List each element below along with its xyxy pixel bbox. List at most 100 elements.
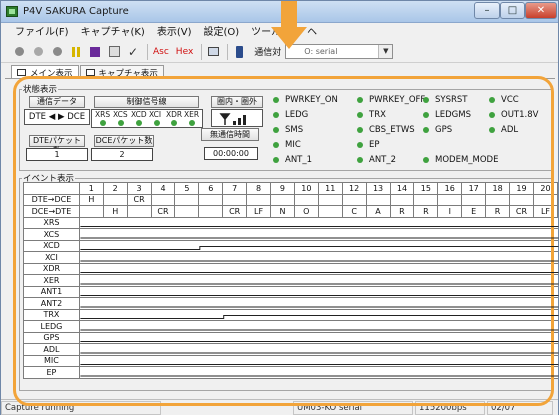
column-header: 7 (222, 182, 248, 195)
signal-cell (509, 343, 534, 356)
status-cbs-etws: CBS_ETWS (357, 125, 415, 135)
tab-divider (5, 78, 555, 79)
column-header: 3 (126, 182, 152, 195)
signal-cell (509, 308, 534, 321)
device-button[interactable] (231, 44, 247, 60)
column-header: 4 (150, 182, 176, 195)
signal-cell (532, 251, 559, 264)
signal-cell (78, 297, 104, 310)
status-label: OUT1.8V (501, 110, 539, 120)
menu-file[interactable]: ファイル(F) (9, 24, 75, 41)
signal-cell (365, 320, 391, 333)
signal-cell (270, 285, 295, 298)
signal-cell (293, 228, 319, 241)
signal-cell (461, 331, 487, 344)
signal-cell (246, 331, 271, 344)
column-header: 8 (246, 182, 271, 195)
signal-cell (413, 308, 439, 321)
signal-cell (341, 297, 367, 310)
menu-bar: ファイル(F) キャプチャ(K) 表示(V) 設定(O) ツール(T) ヘ (1, 24, 558, 41)
signal-cell (78, 320, 104, 333)
signal-cell (246, 343, 271, 356)
tab-capture-view[interactable]: キャプチャ表示 (79, 65, 164, 79)
status-label: VCC (501, 95, 519, 105)
pause-button[interactable] (68, 44, 84, 60)
toolbar-divider (201, 43, 203, 60)
ascii-mode-button[interactable]: Asc (151, 44, 171, 60)
signal-row-label: ANT1 (23, 285, 80, 298)
signal-cell (317, 216, 343, 229)
signal-cell (246, 320, 271, 333)
signal-cell (150, 343, 176, 356)
menu-view[interactable]: 表示(V) (151, 24, 198, 41)
signal-cell (174, 239, 200, 252)
signal-cell (126, 251, 152, 264)
signal-cell (150, 366, 176, 379)
signal-cell (150, 285, 176, 298)
signal-cell (317, 274, 343, 287)
tab-capture-view-label: キャプチャ表示 (98, 68, 158, 79)
signal-cell (198, 239, 224, 252)
menu-help[interactable]: ヘ (301, 24, 323, 41)
signal-cell (413, 320, 439, 333)
data-cell: C (341, 205, 367, 218)
signal-row: GPS (23, 331, 559, 344)
signal-cell (150, 274, 176, 287)
status-led (489, 97, 495, 103)
signal-cell (389, 274, 415, 287)
menu-settings[interactable]: 設定(O) (197, 24, 245, 41)
signal-cell (389, 297, 415, 310)
status-label: GPS (435, 125, 453, 135)
signal-cell (198, 228, 224, 241)
screen-icon (207, 47, 219, 56)
status-port: UM03-KO serial (293, 400, 413, 415)
minimize-button[interactable]: – (474, 2, 500, 19)
chevron-down-icon[interactable]: ▼ (378, 45, 393, 58)
stop-circle-button[interactable] (49, 44, 65, 60)
check-button[interactable]: ✓ (125, 44, 141, 60)
signal-cell (78, 285, 104, 298)
title-bar[interactable]: P4V SAKURA Capture – □ ✕ (1, 1, 558, 23)
data-cell: E (461, 205, 487, 218)
signal-row: XER (23, 274, 559, 287)
signal-cell (461, 274, 487, 287)
menu-capture[interactable]: キャプチャ(K) (75, 24, 151, 41)
signal-cell (365, 297, 391, 310)
maximize-button[interactable]: □ (500, 2, 525, 19)
signal-cell (198, 274, 224, 287)
status-trx: TRX (357, 110, 386, 120)
status-out18v: OUT1.8V (489, 110, 538, 120)
close-button[interactable]: ✕ (525, 2, 557, 19)
data-cell (198, 205, 224, 218)
play-button[interactable] (30, 44, 46, 60)
hex-mode-button[interactable]: Hex (174, 44, 195, 60)
stop-button[interactable] (87, 44, 103, 60)
menu-tools[interactable]: ツール(T) (245, 24, 301, 41)
tab-main-view[interactable]: メイン表示 (11, 65, 79, 79)
signal-cell (485, 331, 511, 344)
signal-cell (174, 262, 200, 275)
signal-cell (413, 274, 439, 287)
port-select[interactable]: O: serial ▼ (285, 44, 394, 59)
data-cell (341, 193, 367, 206)
signal-cell (365, 343, 391, 356)
save-button[interactable] (106, 44, 122, 60)
status-led (489, 127, 495, 133)
screen-button[interactable] (205, 44, 221, 60)
signal-cell (222, 297, 248, 310)
signal-cell (270, 320, 295, 333)
signal-cell (341, 366, 367, 379)
data-cell (150, 193, 176, 206)
signal-cell (222, 274, 248, 287)
signal-led-xcd (136, 120, 142, 126)
signal-cell (532, 228, 559, 241)
signal-cell (485, 239, 511, 252)
signal-cell (78, 251, 104, 264)
status-ledg: LEDG (273, 110, 308, 120)
signal-cell (413, 216, 439, 229)
signal-cell (126, 366, 152, 379)
signal-cell (341, 274, 367, 287)
signal-cell (174, 285, 200, 298)
signal-cell (222, 331, 248, 344)
record-button[interactable] (11, 44, 27, 60)
